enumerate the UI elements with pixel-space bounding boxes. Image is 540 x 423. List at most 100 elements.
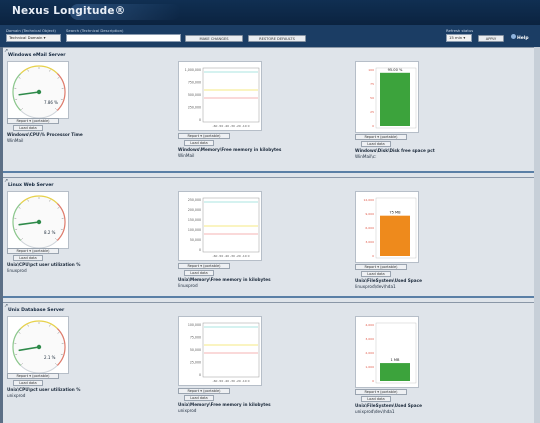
y-tick-label: 100 — [368, 68, 374, 72]
load-data-button[interactable]: Load data — [13, 255, 43, 261]
y-tick-label: 75 — [370, 82, 374, 86]
memory-chart-panel: 100,000 75,000 50,000 25,000 0 -60 -50 -40 -3… — [178, 316, 262, 386]
gauge-value: 7.86 % — [44, 100, 58, 105]
y-tick-label: 1,000 — [365, 365, 374, 369]
section-2: ↗ Linux Web Server 8.2 % 250,000 200,000 150,… — [3, 177, 534, 297]
gauge-panel: 7.86 % — [7, 61, 69, 119]
refresh-select[interactable]: 15 min ▾ — [446, 34, 472, 42]
y-tick-label: 150,000 — [188, 218, 201, 222]
y-tick-label: 0 — [199, 248, 201, 252]
cpu-gauge: 8.2 % — [12, 195, 66, 249]
load-data-button[interactable]: Load data — [184, 270, 214, 276]
memory-line-chart: 100,000 75,000 50,000 25,000 0 -60 -50 -40 -3… — [188, 322, 260, 383]
disk-bar — [380, 215, 410, 256]
cpu-gauge: 2.1 % — [12, 320, 66, 374]
load-data-button[interactable]: Load data — [184, 140, 214, 146]
load-data-button[interactable]: Load data — [361, 271, 391, 277]
chart-subcaption: unixprod\dev\hda1 — [355, 409, 395, 414]
chart-subcaption: unixprod — [7, 393, 26, 398]
chart-plot-area — [202, 67, 260, 123]
app-header: Nexus Longitude® — [0, 0, 540, 25]
gauge-hub — [36, 344, 42, 350]
y-tick-label: 100,000 — [188, 228, 201, 232]
disk-bar-chart: 100 75 50 25 0 95.00 % — [368, 67, 417, 129]
y-tick-label: 25 — [370, 110, 374, 114]
y-tick-label: 4,000 — [365, 323, 374, 327]
app-logo: Nexus Longitude® — [12, 5, 126, 17]
disk-bar-chart: 4,000 3,000 2,000 1,000 0 1 MB — [365, 322, 417, 384]
y-tick-label: 2,000 — [365, 351, 374, 355]
report-button[interactable]: Report ▾ (portable) — [355, 264, 407, 270]
scrollbar[interactable] — [534, 47, 540, 423]
memory-chart-panel: 250,000 200,000 150,000 100,000 50,000 0 -60 -… — [178, 191, 262, 261]
chart-subcaption: WinMail — [7, 138, 24, 143]
x-tick-labels: -60 -50 -40 -30 -20 -10 0 — [212, 254, 249, 258]
report-button[interactable]: Report ▾ (portable) — [355, 134, 407, 140]
section-3: ↗ Unix Database Server 2.1 % 100,000 75,000 5… — [3, 302, 534, 423]
chart-subcaption: linuxprod — [7, 268, 27, 273]
chart-subcaption: linuxprod\dev\hda1 — [355, 284, 396, 289]
report-button[interactable]: Report ▾ (portable) — [7, 248, 59, 254]
section-separator — [3, 296, 534, 298]
gauge-panel: 2.1 % — [7, 316, 69, 374]
load-data-button[interactable]: Load data — [184, 395, 214, 401]
y-tick-label: 100,000 — [188, 323, 201, 327]
report-button[interactable]: Report ▾ (portable) — [7, 118, 59, 124]
y-tick-label: 0 — [372, 124, 374, 128]
section-separator — [3, 171, 534, 173]
load-data-button[interactable]: Load data — [361, 141, 391, 147]
y-tick-label: 250,000 — [188, 106, 201, 110]
restore-defaults-button[interactable]: RESTORE DEFAULTS — [248, 35, 306, 42]
gauge-value: 2.1 % — [44, 355, 56, 360]
chart-subcaption: WinMail — [178, 153, 195, 158]
help-link[interactable]: Help — [511, 34, 529, 41]
bar-value-label: 95.00 % — [388, 68, 403, 72]
cpu-gauge: 7.86 % — [12, 65, 66, 119]
y-tick-label: 6,000 — [365, 226, 374, 230]
disk-chart-panel: 100 75 50 25 0 95.00 % — [355, 61, 419, 133]
report-button[interactable]: Report ▾ (portable) — [178, 388, 230, 394]
y-tick-label: 250,000 — [188, 198, 201, 202]
y-tick-label: 0 — [199, 373, 201, 377]
y-tick-label: 0 — [372, 254, 374, 258]
y-tick-label: 25,000 — [190, 361, 201, 365]
y-tick-label: 1,000,000 — [185, 68, 201, 72]
y-tick-label: 50 — [370, 96, 374, 100]
section-title: Windows eMail Server — [8, 53, 66, 58]
disk-chart-panel: 4,000 3,000 2,000 1,000 0 1 MB — [355, 316, 419, 388]
chart-subcaption: WinMail\c: — [355, 154, 377, 159]
load-data-button[interactable]: Load data — [13, 380, 43, 386]
y-tick-label: 750,000 — [188, 81, 201, 85]
y-tick-label: 0 — [372, 379, 374, 383]
search-label: Search (Technical Description) — [66, 28, 124, 33]
y-tick-label: 50,000 — [190, 348, 201, 352]
x-tick-labels: -60 -50 -40 -30 -20 -10 0 — [212, 124, 249, 128]
y-tick-label: 3,000 — [365, 337, 374, 341]
apply-button[interactable]: APPLY — [478, 35, 504, 42]
load-data-button[interactable]: Load data — [361, 396, 391, 402]
x-tick-labels: -60 -50 -40 -30 -20 -10 0 — [212, 379, 249, 383]
disk-chart-panel: 12,000 9,000 6,000 3,000 0 75 MB — [355, 191, 419, 263]
report-button[interactable]: Report ▾ (portable) — [178, 133, 230, 139]
make-changes-button[interactable]: MAKE CHANGES — [185, 35, 243, 42]
disk-bar — [380, 363, 410, 381]
search-input[interactable] — [66, 34, 181, 42]
memory-line-chart: 1,000,000 750,000 500,000 250,000 0 -60 -50 -… — [185, 67, 260, 128]
report-button[interactable]: Report ▾ (portable) — [178, 263, 230, 269]
chart-plot-area — [202, 322, 260, 378]
help-icon — [511, 34, 516, 39]
domain-select[interactable]: Technical Domain ▾ — [6, 34, 61, 42]
report-button[interactable]: Report ▾ (portable) — [7, 373, 59, 379]
bar-value-label: 75 MB — [389, 211, 401, 215]
report-button[interactable]: Report ▾ (portable) — [355, 389, 407, 395]
domain-label: Domain (Technical Object) — [6, 28, 56, 33]
load-data-button[interactable]: Load data — [13, 125, 43, 131]
y-tick-label: 0 — [199, 118, 201, 122]
section-1: ↗ Windows eMail Server 7.86 % 1,000,000 750,… — [3, 47, 534, 172]
y-tick-label: 3,000 — [365, 240, 374, 244]
memory-line-chart: 250,000 200,000 150,000 100,000 50,000 0 -60 -… — [188, 197, 260, 258]
chart-subcaption: unixprod — [178, 408, 197, 413]
y-tick-label: 200,000 — [188, 208, 201, 212]
section-title: Unix Database Server — [8, 308, 65, 313]
refresh-label: Refresh status — [446, 28, 474, 33]
